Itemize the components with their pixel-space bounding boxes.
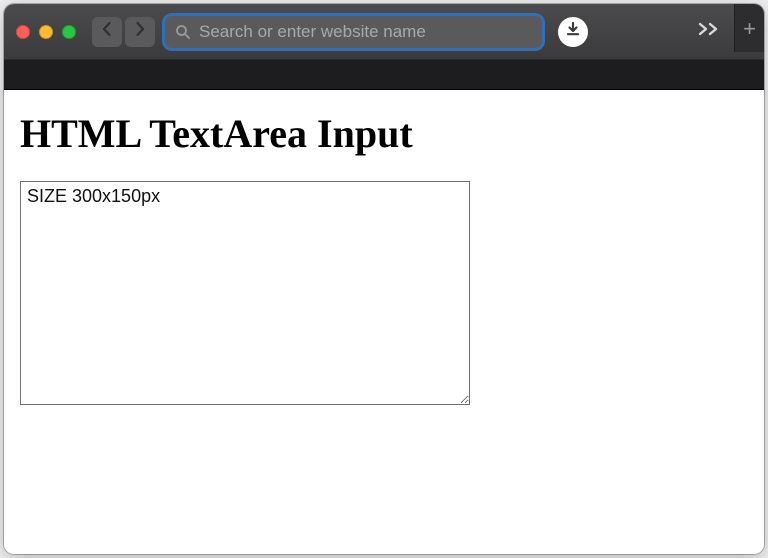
downloads-button[interactable] (558, 17, 588, 47)
plus-icon: + (743, 16, 756, 42)
chevron-right-icon (134, 22, 146, 41)
fullscreen-window-button[interactable] (62, 25, 76, 39)
download-icon (565, 21, 581, 42)
back-button[interactable] (92, 17, 122, 47)
page-title: HTML TextArea Input (20, 110, 748, 157)
browser-window: Search or enter website name + HTML Text… (4, 4, 764, 554)
chevron-left-icon (101, 22, 113, 41)
address-bar[interactable]: Search or enter website name (165, 16, 542, 48)
demo-textarea[interactable] (20, 181, 470, 405)
nav-buttons (92, 17, 155, 47)
close-window-button[interactable] (16, 25, 30, 39)
new-tab-button[interactable]: + (734, 4, 764, 52)
window-controls (16, 25, 76, 39)
address-placeholder: Search or enter website name (199, 22, 532, 42)
titlebar: Search or enter website name + (4, 4, 764, 60)
forward-button[interactable] (125, 17, 155, 47)
minimize-window-button[interactable] (39, 25, 53, 39)
tab-strip (4, 60, 764, 90)
chevron-double-right-icon (698, 20, 720, 43)
toolbar-overflow-button[interactable] (698, 20, 720, 43)
page-content: HTML TextArea Input (4, 90, 764, 554)
search-icon (175, 24, 191, 40)
